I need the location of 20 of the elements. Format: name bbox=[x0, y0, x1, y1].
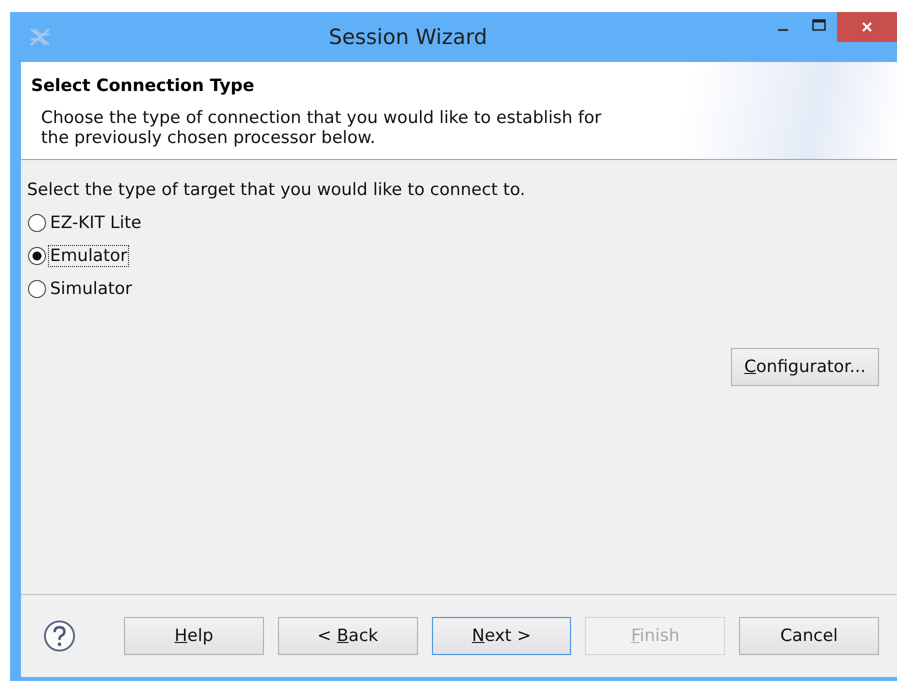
radio-label[interactable]: EZ-KIT Lite bbox=[48, 212, 144, 234]
radio-button[interactable] bbox=[27, 278, 47, 298]
dialog-button[interactable]: Help bbox=[124, 617, 264, 655]
configurator-button[interactable]: Configurator... bbox=[731, 348, 879, 386]
radio-label[interactable]: Simulator bbox=[48, 278, 134, 300]
dialog-button[interactable]: Next > bbox=[432, 617, 572, 655]
maximize-icon bbox=[812, 19, 826, 31]
window-title: Session Wizard bbox=[328, 25, 488, 49]
minimize-icon bbox=[778, 29, 788, 31]
radio-label[interactable]: Emulator bbox=[48, 244, 130, 266]
prompt-text: Select the type of target that you would like to connect to. bbox=[27, 180, 526, 200]
page-description: Choose the type of connection that you would like to establish for the previously chosen processor below. bbox=[41, 108, 602, 148]
close-icon bbox=[861, 21, 873, 33]
radio-button[interactable] bbox=[27, 212, 47, 232]
page-title: Select Connection Type bbox=[31, 76, 256, 96]
app-logo-icon bbox=[29, 26, 51, 48]
help-icon[interactable] bbox=[43, 619, 76, 653]
dialog-button[interactable]: Cancel bbox=[739, 617, 879, 655]
dialog-button[interactable]: < Back bbox=[278, 617, 418, 655]
radio-button[interactable] bbox=[27, 246, 47, 266]
